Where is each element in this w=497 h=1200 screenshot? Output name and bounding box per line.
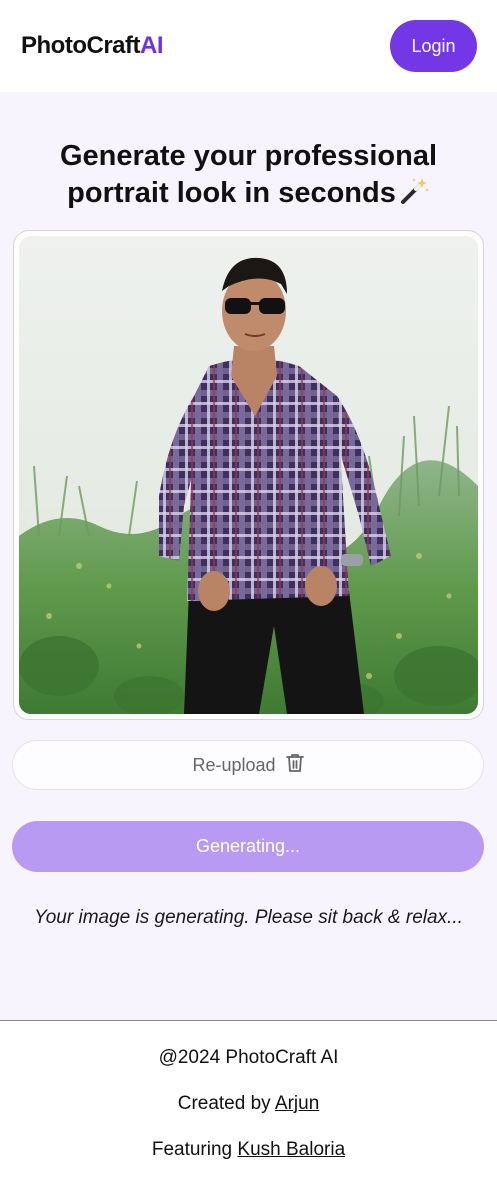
uploaded-photo-card [13,230,484,720]
featuring-prefix: Featuring [151,1139,233,1160]
creator-link[interactable]: Arjun [275,1093,319,1114]
reupload-button[interactable]: Re-upload [12,740,484,790]
generation-status-text: Your image is generating. Please sit bac… [34,907,463,928]
created-by-prefix: Created by [177,1093,271,1114]
brand-accent: AI [139,32,164,59]
headline-line-1: Generate your professional [59,140,438,172]
headline-line-2: portrait look in seconds [67,177,396,209]
created-by-line: Created by Arjun [0,1093,497,1115]
page-title: Generate your professional portrait look… [0,138,497,215]
generate-button[interactable]: Generating... [12,821,484,872]
login-button[interactable]: Login [390,20,477,72]
featuring-line: Featuring Kush Baloria [0,1139,497,1161]
main-section: Generate your professional portrait look… [0,92,497,1020]
uploaded-portrait-photo [19,236,478,714]
featuring-link[interactable]: Kush Baloria [237,1139,345,1160]
magic-wand-icon [400,175,430,215]
reupload-label: Re-upload [192,754,276,775]
footer: @2024 PhotoCraft AI Created by Arjun Fea… [0,1020,497,1200]
brand-logo[interactable]: PhotoCraftAI [21,32,163,60]
brand-name: PhotoCraft [21,32,140,59]
trash-icon [285,753,304,778]
copyright-text: @2024 PhotoCraft AI [158,1047,339,1068]
top-nav: PhotoCraftAI Login [0,0,497,92]
